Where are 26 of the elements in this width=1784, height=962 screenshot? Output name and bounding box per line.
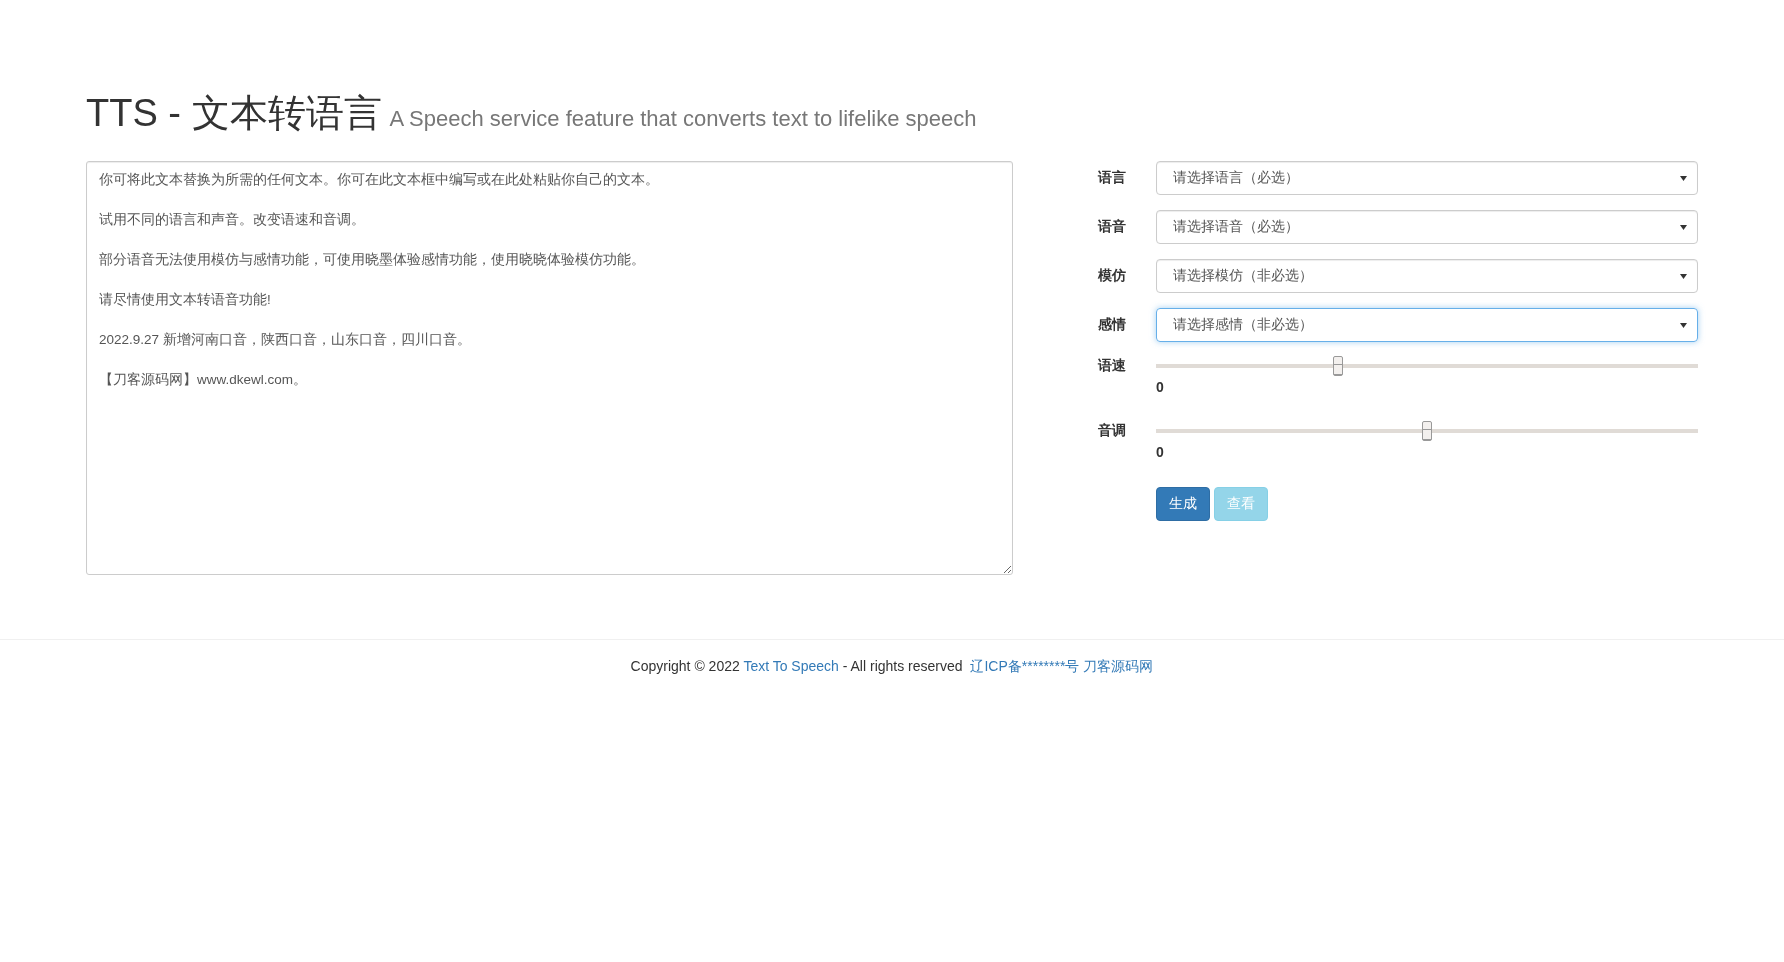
dropdown-select[interactable]: 请选择模仿（非必选） [1156, 259, 1698, 293]
field-label: 音调 [1098, 422, 1127, 440]
generate-button[interactable]: 生成 [1156, 487, 1210, 521]
field-label: 语言 [1098, 168, 1127, 187]
footer-link[interactable]: 辽ICP备********号 [970, 658, 1080, 674]
caret-icon [1680, 322, 1687, 328]
caret-icon [1680, 273, 1687, 279]
slider-value: 0 [1156, 444, 1165, 460]
page-title: TTS - 文本转语言 [86, 91, 382, 136]
text-input-field[interactable]: 你可将此文本替换为所需的任何文本。你可在此文本框中编写或在此处粘贴你自己的文本。 试用不同的语言和声音。改变语速和音调。 部分语音无法使用模仿与感情功能，可使用晓墨体验感情功能，使用晓晓体验模仿功能。 请尽情使用文本转语音功能! 2022.9.27 新增河南口音，陕西口音，山东口音，四川口音。 【刀客源码网】www.dkewl.com。 [86, 161, 1013, 575]
slider-thumb[interactable] [1422, 421, 1432, 441]
copyright-text: Copyright © 2022 Text To Speech - All rights reserved 辽ICP备********号 刀客源码网 [629, 658, 1155, 676]
field-label: 感情 [1098, 315, 1127, 334]
field-label: 模仿 [1098, 266, 1127, 285]
footer-link[interactable]: 刀客源码网 [1083, 658, 1154, 674]
dropdown-select[interactable]: 请选择感情（非必选） [1156, 308, 1698, 342]
field-label: 语速 [1098, 357, 1127, 375]
field-label: 语音 [1098, 217, 1127, 236]
footer-link[interactable]: Text To Speech [743, 658, 839, 674]
dropdown-select[interactable]: 请选择语言（必选） [1156, 161, 1698, 195]
slider-thumb[interactable] [1332, 356, 1343, 376]
caret-icon [1680, 175, 1687, 181]
slider-value: 0 [1156, 379, 1165, 395]
page-subtitle: A Speech service feature that converts text to lifelike speech [389, 106, 977, 132]
dropdown-select[interactable]: 请选择语音（必选） [1156, 210, 1698, 244]
caret-icon [1680, 224, 1687, 230]
